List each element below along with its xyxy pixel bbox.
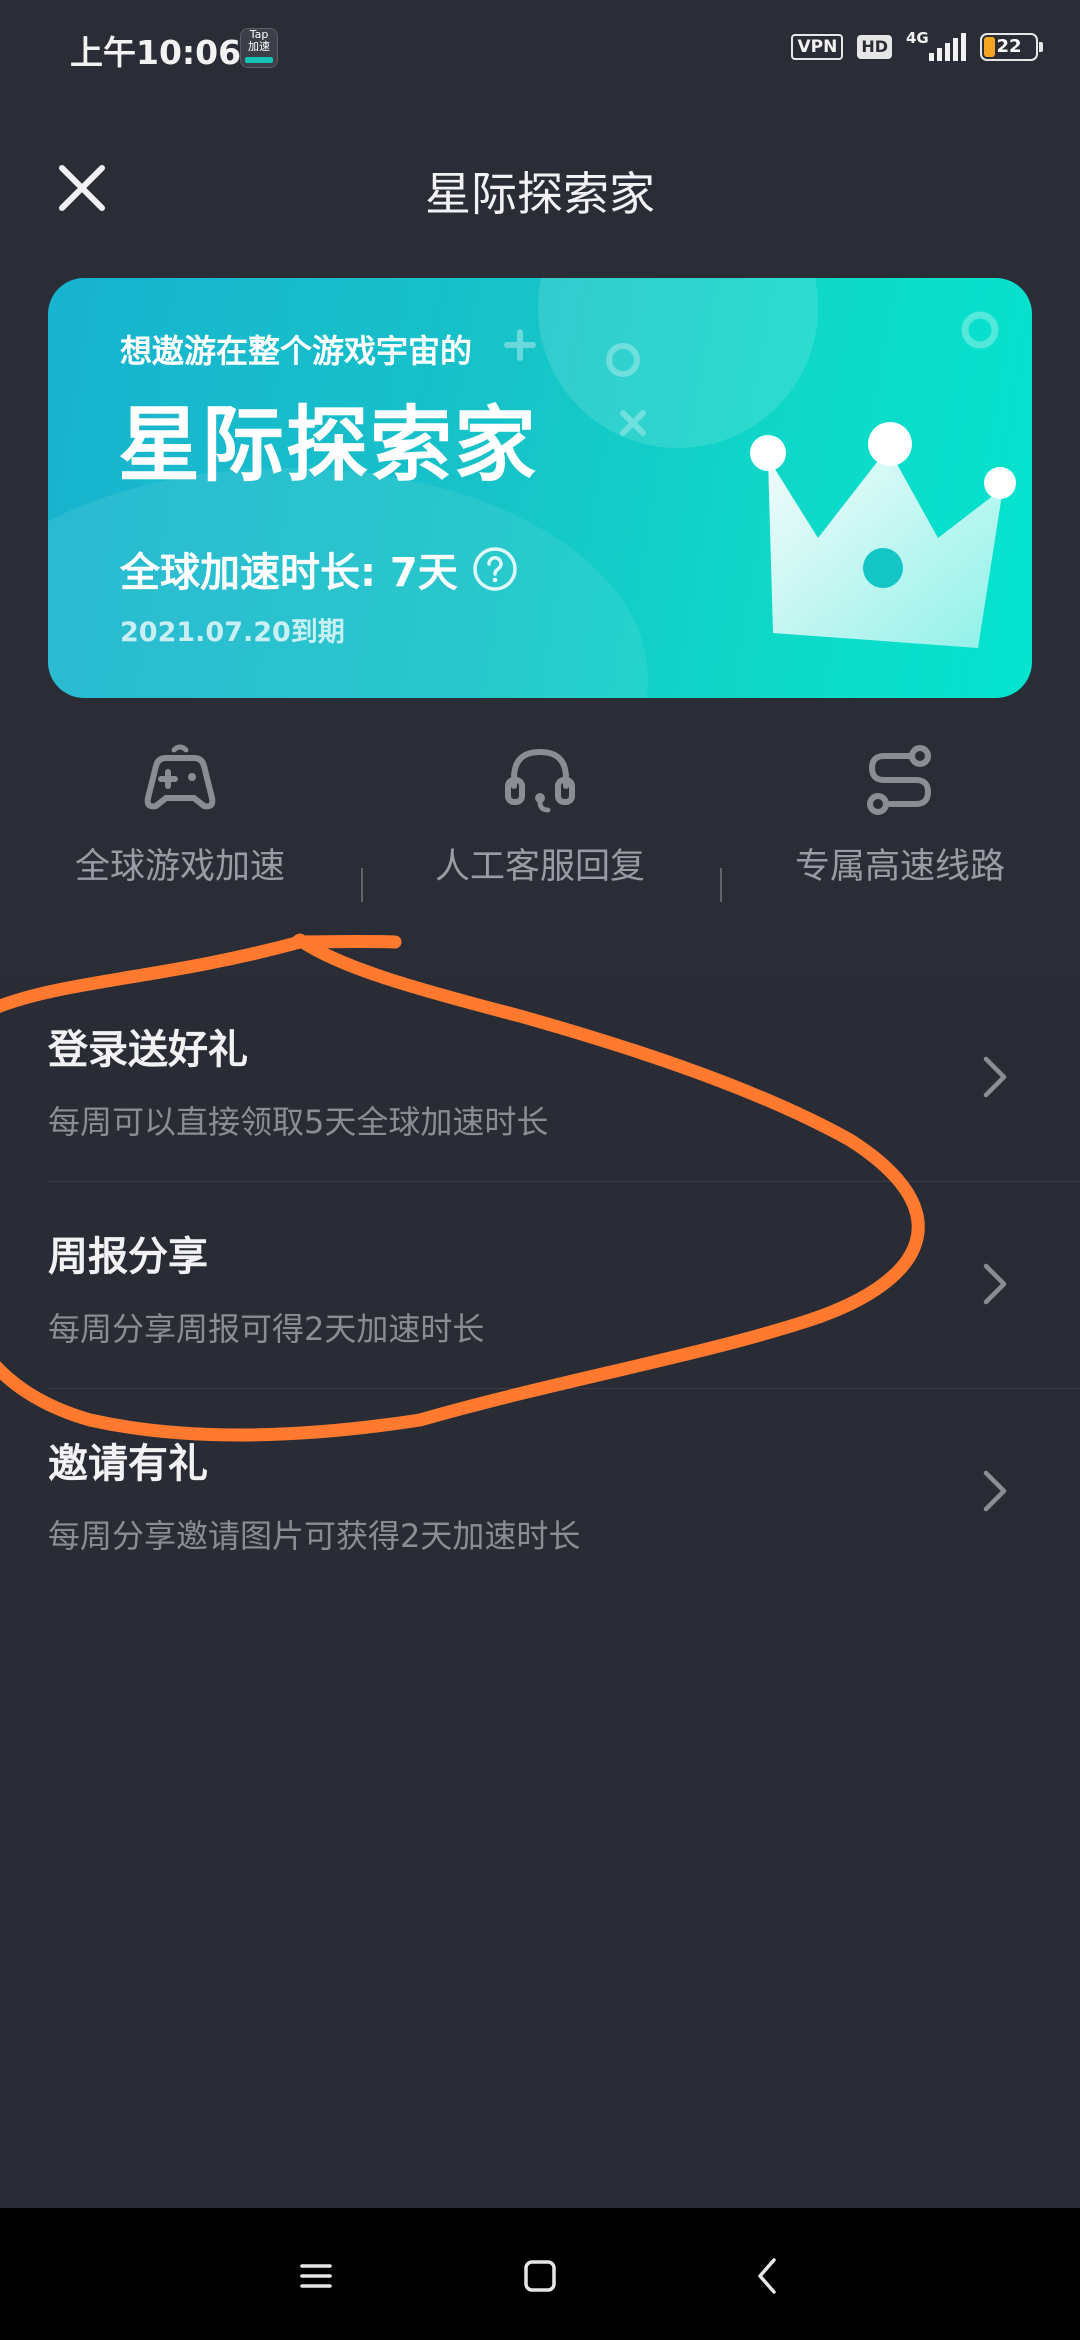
list-item-login-gift[interactable]: 登录送好礼 每周可以直接领取5天全球加速时长: [0, 975, 1080, 1182]
feature-row: 全球游戏加速 人工客服回复 专属高速线路: [0, 740, 1080, 930]
banner-title: 星际探索家: [118, 398, 539, 493]
signal-icon: 4G: [906, 29, 966, 63]
status-bar: 上午10:06 Tap 加速 VPN HD 4G 22: [0, 0, 1080, 96]
banner-slogan: 想遨游在整个游戏宇宙的: [120, 332, 473, 370]
feature-global-acceleration: 全球游戏加速: [0, 740, 360, 889]
back-icon[interactable]: [740, 2248, 796, 2304]
status-indicators: VPN HD 4G 22: [791, 29, 1043, 64]
hd-badge: HD: [857, 35, 892, 59]
list-item-title: 邀请有礼: [48, 1441, 208, 1487]
list-item-desc: 每周分享周报可得2天加速时长: [48, 1310, 485, 1348]
list-item-desc: 每周分享邀请图片可获得2天加速时长: [48, 1517, 581, 1555]
sparkle-plus-icon: [504, 329, 536, 361]
home-icon[interactable]: [512, 2248, 568, 2304]
chevron-right-icon: [983, 1056, 1007, 1098]
chevron-right-icon: [983, 1470, 1007, 1512]
sparkle-x-icon: [620, 410, 646, 436]
list-item-weekly-share[interactable]: 周报分享 每周分享周报可得2天加速时长: [0, 1182, 1080, 1389]
feature-dedicated-line: 专属高速线路: [720, 740, 1080, 889]
ring-decoration-icon: [606, 343, 640, 377]
expiry-date: 2021.07.20到期: [120, 617, 345, 648]
feature-label: 全球游戏加速: [74, 847, 285, 887]
page-title: 星际探索家: [425, 167, 655, 221]
question-circle-icon[interactable]: [472, 546, 518, 592]
tap-accelerator-app-icon: Tap 加速: [240, 28, 278, 68]
crown-icon: [750, 422, 1016, 648]
chevron-right-icon: [983, 1263, 1007, 1305]
network-type: 4G: [906, 29, 929, 47]
feature-customer-service: 人工客服回复: [360, 740, 720, 889]
feature-label: 人工客服回复: [434, 847, 645, 887]
battery-icon: 22: [980, 33, 1043, 61]
acceleration-duration: 全球加速时长: 7天: [120, 540, 518, 598]
vpn-badge: VPN: [791, 34, 844, 60]
list-item-title: 周报分享: [48, 1234, 208, 1280]
ring-decoration-icon: [961, 311, 999, 349]
app-icon-text-bottom: 加速: [248, 40, 270, 53]
status-time: 上午10:06: [70, 33, 242, 72]
header: 星际探索家: [0, 120, 1080, 250]
list-item-desc: 每周可以直接领取5天全球加速时长: [48, 1103, 549, 1141]
feature-label: 专属高速线路: [794, 847, 1005, 887]
battery-level: 22: [996, 36, 1022, 57]
membership-banner: 想遨游在整个游戏宇宙的 星际探索家 全球加速时长: 7天 2021.07.20到…: [48, 278, 1032, 698]
list-item-title: 登录送好礼: [48, 1027, 248, 1073]
reward-list: 登录送好礼 每周可以直接领取5天全球加速时长 周报分享 每周分享周报可得2天加速…: [0, 975, 1080, 2207]
duration-text: 全球加速时长: 7天: [120, 550, 458, 596]
headset-icon: [505, 748, 575, 813]
system-navigation-bar: [0, 2208, 1080, 2340]
list-item-invite-gift[interactable]: 邀请有礼 每周分享邀请图片可获得2天加速时长: [0, 1389, 1080, 1596]
route-icon: [867, 745, 932, 815]
gamepad-icon: [144, 744, 216, 810]
menu-icon[interactable]: [288, 2248, 344, 2304]
